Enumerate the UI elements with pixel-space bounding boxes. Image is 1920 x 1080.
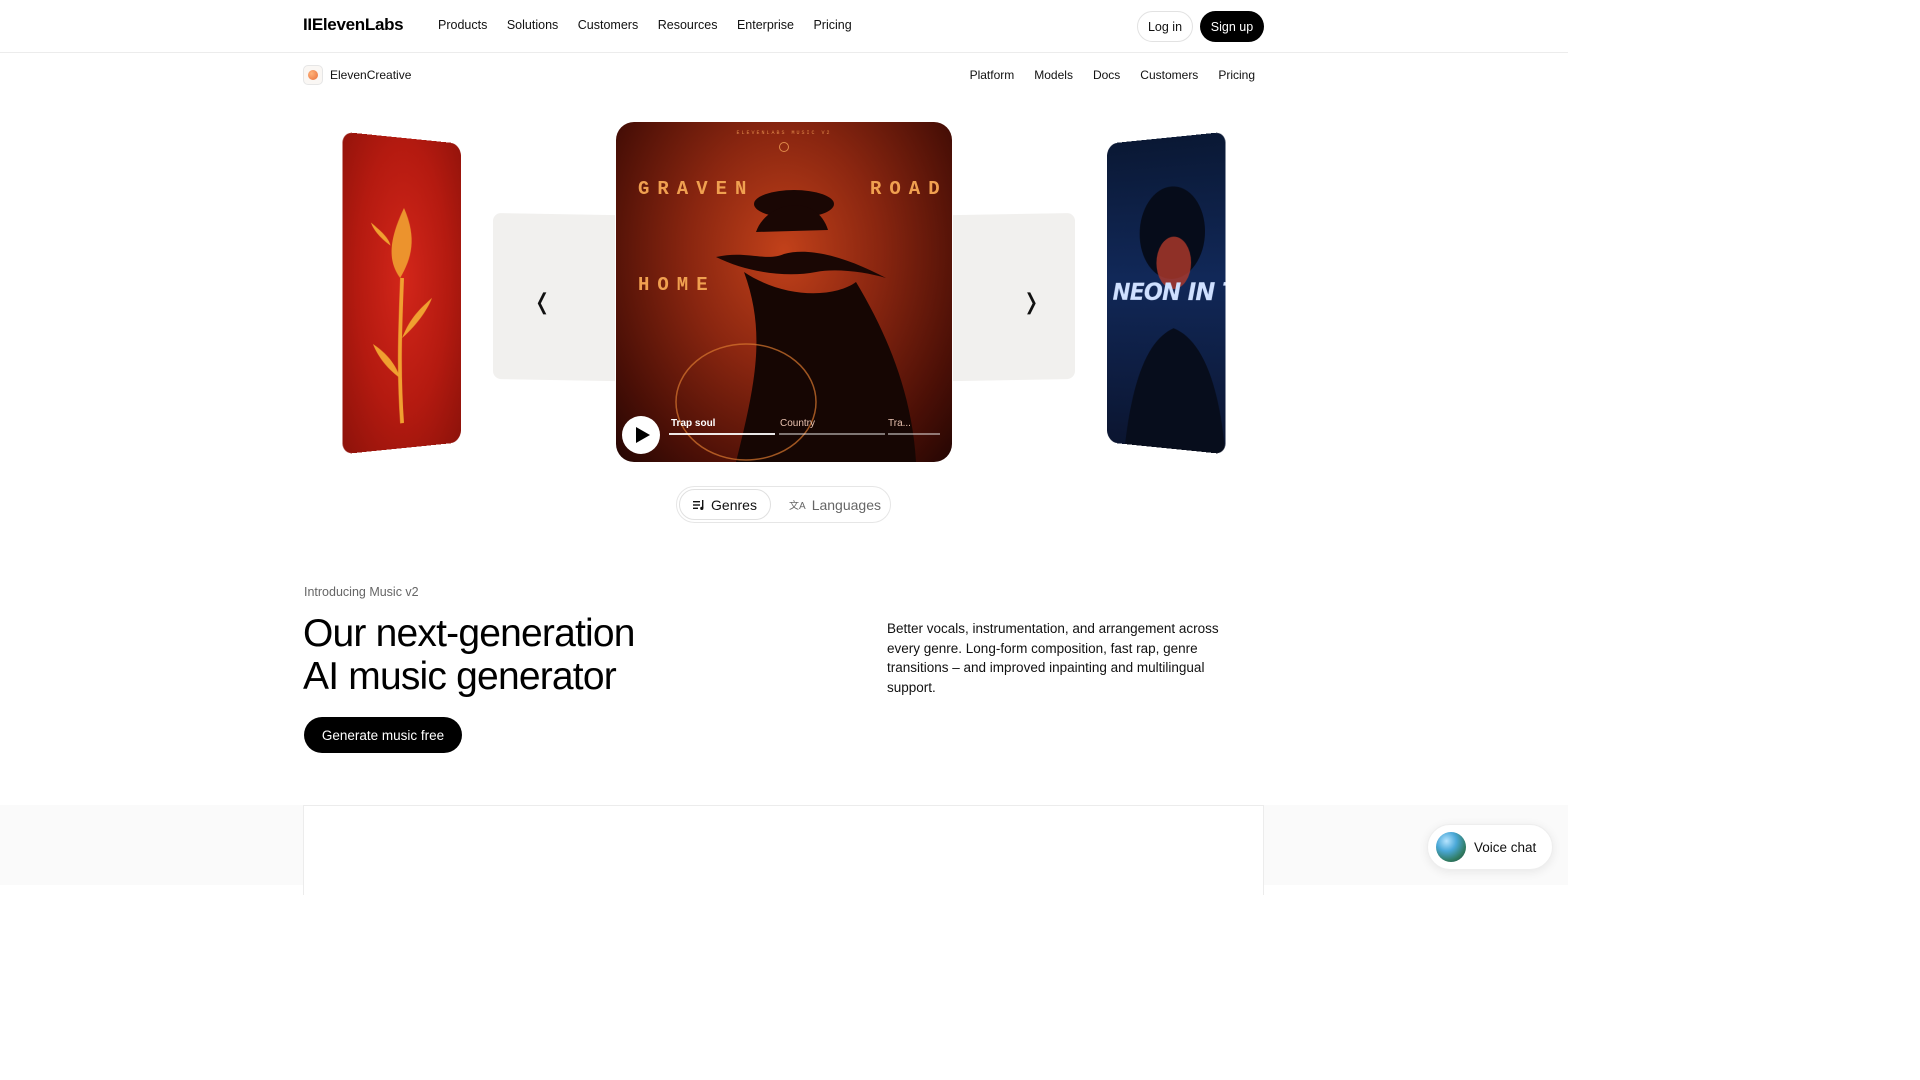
bottom-content-panel xyxy=(303,805,1264,895)
genre-progress-country xyxy=(779,433,885,435)
genre-truncated[interactable]: Tra... xyxy=(888,418,911,429)
subnav-link-docs[interactable]: Docs xyxy=(1093,68,1120,82)
flower-artwork-icon xyxy=(370,207,433,454)
hero-description: Better vocals, instrumentation, and arra… xyxy=(887,621,1219,695)
music-player-bar: Trap soul Country Tra... xyxy=(622,416,946,456)
carousel-backdrop-right xyxy=(953,212,1075,382)
login-button[interactable]: Log in xyxy=(1137,11,1193,42)
subnav-link-models[interactable]: Models xyxy=(1034,68,1073,82)
genre-trap-soul[interactable]: Trap soul xyxy=(671,418,715,429)
nav-link-solutions[interactable]: Solutions xyxy=(507,18,558,32)
genre-progress-active xyxy=(669,433,775,435)
album-card-right[interactable]: NEON IN THE NIGHT xyxy=(1107,131,1226,455)
voice-chat-button[interactable]: Voice chat xyxy=(1427,824,1553,870)
album-card-left[interactable] xyxy=(342,131,461,455)
genres-tab[interactable]: Genres xyxy=(679,489,771,520)
elevenlabs-logo[interactable]: IIElevenLabs xyxy=(303,15,404,35)
play-icon xyxy=(635,427,650,443)
carousel-backdrop-left xyxy=(493,212,615,382)
subnav-link-pricing[interactable]: Pricing xyxy=(1218,68,1255,82)
headline-line-1: Our next-generation xyxy=(303,612,635,655)
carousel-next-button[interactable]: ❭ xyxy=(1022,290,1040,315)
genre-language-toggle: Genres 文A Languages xyxy=(676,486,891,523)
carousel-prev-button[interactable]: ❬ xyxy=(533,290,551,315)
genre-country[interactable]: Country xyxy=(780,418,815,429)
neon-album-title: NEON IN THE NIGHT xyxy=(1112,276,1226,308)
nav-link-products[interactable]: Products xyxy=(438,18,487,32)
signup-button[interactable]: Sign up xyxy=(1200,11,1264,42)
product-brand-label: ElevenCreative xyxy=(330,68,412,82)
generate-music-button[interactable]: Generate music free xyxy=(304,717,462,753)
page-headline: Our next-generation AI music generator xyxy=(303,612,723,698)
music-list-icon xyxy=(693,499,704,510)
voice-chat-label: Voice chat xyxy=(1474,839,1537,855)
languages-tab[interactable]: 文A Languages xyxy=(783,489,887,520)
subnav-link-platform[interactable]: Platform xyxy=(970,68,1015,82)
elevencreative-logo-icon xyxy=(303,65,323,85)
play-button[interactable] xyxy=(622,416,660,454)
nav-link-enterprise[interactable]: Enterprise xyxy=(737,18,794,32)
subnav-link-customers[interactable]: Customers xyxy=(1140,68,1198,82)
product-subnav: Platform Models Docs Customers Pricing xyxy=(950,68,1255,82)
cowboy-guitarist-icon xyxy=(675,190,916,462)
nav-link-pricing[interactable]: Pricing xyxy=(813,18,851,32)
nav-link-customers[interactable]: Customers xyxy=(578,18,638,32)
headline-line-2: AI music generator xyxy=(303,655,617,698)
top-navigation: IIElevenLabs Products Solutions Customer… xyxy=(0,0,1568,53)
languages-tab-label: Languages xyxy=(811,496,881,513)
genre-progress-next xyxy=(888,433,940,435)
intro-eyebrow: Introducing Music v2 xyxy=(304,585,419,599)
nav-link-resources[interactable]: Resources xyxy=(658,18,718,32)
translate-icon: 文A xyxy=(789,501,806,512)
product-brand[interactable]: ElevenCreative xyxy=(303,65,411,85)
genres-tab-label: Genres xyxy=(711,496,757,513)
album-carousel: NEON IN THE NIGHT ❬ ❭ ELEVENLABS MUSIC V… xyxy=(0,110,1568,480)
main-nav-links: Products Solutions Customers Resources E… xyxy=(438,18,871,32)
album-card-featured[interactable]: ELEVENLABS MUSIC V2 GRAVEN ROAD HOME Tra… xyxy=(616,122,952,462)
orb-icon xyxy=(1436,832,1466,862)
